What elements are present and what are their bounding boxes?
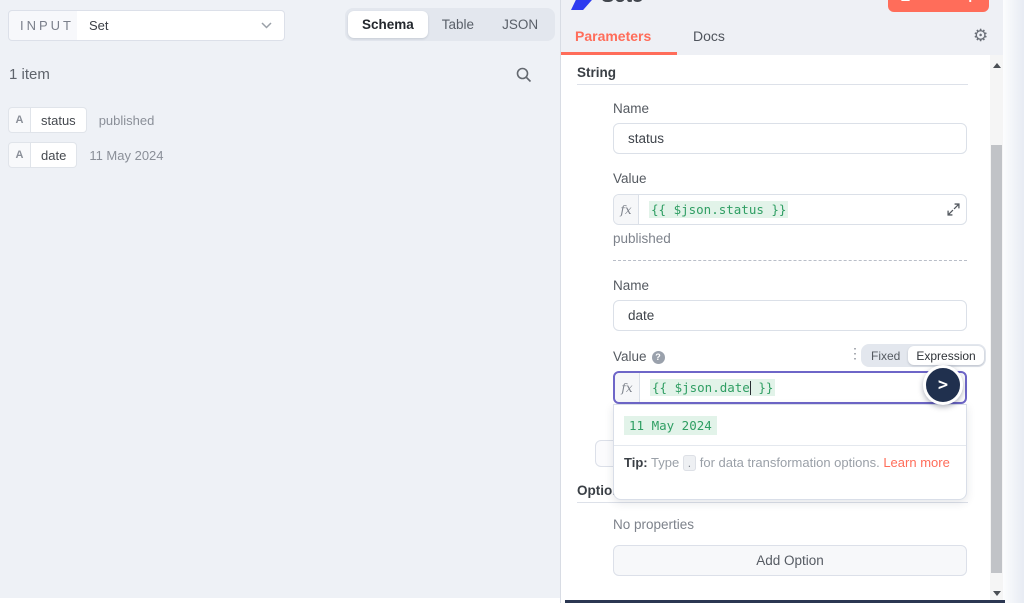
panel-footer-strip (0, 598, 560, 603)
node-settings-panel: Set3 Test step Parameters Docs ⚙ String … (561, 0, 1003, 603)
dropdown-tip: Tip: Type . for data transformation opti… (624, 454, 958, 472)
test-step-label: Test step (918, 0, 976, 2)
expand-expression-icon[interactable] (947, 203, 960, 221)
search-icon[interactable] (515, 66, 535, 86)
tab-json[interactable]: JSON (488, 11, 552, 38)
fx-prefix: fx (615, 373, 640, 402)
test-step-button[interactable]: Test step (888, 0, 989, 12)
input-panel: INPUT Set Schema Table JSON 1 item A sta… (0, 0, 561, 603)
tip-label: Tip: (624, 455, 648, 470)
schema-field-name[interactable]: status (31, 107, 87, 133)
schema-field-row: A date 11 May 2024 (8, 142, 164, 168)
scrollbar-down-button[interactable] (990, 585, 1003, 601)
value-expression-input-2[interactable]: fx {{ $json.date }} (613, 371, 967, 404)
fixed-expression-toggle: Fixed Expression (861, 344, 986, 367)
fx-prefix: fx (614, 195, 639, 224)
expression-text: {{ $json.date }} (650, 379, 775, 396)
input-view-tabs: Schema Table JSON (345, 8, 555, 41)
name-input-1[interactable]: status (613, 123, 967, 154)
name-input-2[interactable]: date (613, 300, 967, 331)
expression-result-preview: 11 May 2024 (624, 416, 717, 435)
tip-text: Type (651, 455, 679, 470)
section-heading-string: String (577, 65, 616, 80)
expression-before-cursor: {{ $json.date (652, 380, 750, 395)
expression-preview-1: published (613, 231, 671, 246)
schema-field-value: published (99, 113, 155, 128)
name-input-2-value: date (628, 308, 654, 323)
section-divider (577, 84, 968, 85)
toggle-fixed[interactable]: Fixed (863, 346, 908, 365)
vertical-scrollbar[interactable] (990, 55, 1003, 603)
expression-after-cursor: }} (751, 380, 774, 395)
input-panel-label: INPUT (8, 10, 86, 41)
triangle-down-icon (993, 591, 1001, 596)
set-node-icon (571, 0, 593, 10)
dropdown-divider (614, 445, 966, 446)
schema-field-row: A status published (8, 107, 154, 133)
value-label-2: Value? (613, 349, 665, 364)
item-count: 1 item (9, 66, 50, 83)
parameters-content: String Name status Value fx {{ $json.sta… (561, 55, 990, 603)
value-label-1: Value (613, 171, 647, 186)
section-divider (577, 502, 968, 503)
schema-field-name[interactable]: date (31, 142, 77, 168)
string-type-icon: A (8, 107, 31, 133)
value-expression-input-1[interactable]: fx {{ $json.status }} (613, 194, 967, 225)
add-option-button[interactable]: Add Option (613, 545, 967, 576)
name-label-1: Name (613, 101, 649, 116)
string-type-icon: A (8, 142, 31, 168)
tab-schema[interactable]: Schema (348, 11, 428, 38)
expression-text: {{ $json.status }} (649, 201, 788, 218)
tab-table[interactable]: Table (428, 11, 488, 38)
scrollbar-up-button[interactable] (990, 57, 1003, 73)
kebab-menu-icon[interactable]: ⋮ (848, 345, 862, 362)
help-icon[interactable]: ? (652, 351, 665, 364)
field-divider (613, 260, 967, 261)
learn-more-link[interactable]: Learn more (883, 455, 949, 470)
input-node-selector[interactable]: Set (77, 10, 285, 41)
schema-field-value: 11 May 2024 (89, 148, 163, 163)
chevron-down-icon (261, 22, 272, 29)
node-title[interactable]: Set3 (601, 0, 643, 8)
flask-icon (900, 0, 911, 1)
assistant-bubble-icon[interactable]: > (923, 365, 963, 405)
triangle-up-icon (993, 63, 1001, 68)
tip-rest: for data transformation options. (700, 455, 880, 470)
no-properties-text: No properties (613, 517, 694, 532)
value-label-2-text: Value (613, 349, 647, 364)
gear-icon[interactable]: ⚙ (973, 26, 988, 46)
tab-parameters[interactable]: Parameters (575, 28, 651, 44)
n8n-node-detail-view: INPUT Set Schema Table JSON 1 item A sta… (0, 0, 1024, 603)
dot-key-badge: . (683, 455, 696, 471)
canvas-edge-strip (1003, 0, 1024, 603)
name-input-1-value: status (628, 131, 664, 146)
name-label-2: Name (613, 278, 649, 293)
scrollbar-thumb[interactable] (991, 145, 1002, 573)
input-node-selector-value: Set (89, 18, 109, 33)
expression-autocomplete-dropdown: 11 May 2024 Tip: Type . for data transfo… (613, 404, 967, 500)
tab-docs[interactable]: Docs (693, 28, 725, 44)
toggle-expression[interactable]: Expression (908, 346, 983, 365)
